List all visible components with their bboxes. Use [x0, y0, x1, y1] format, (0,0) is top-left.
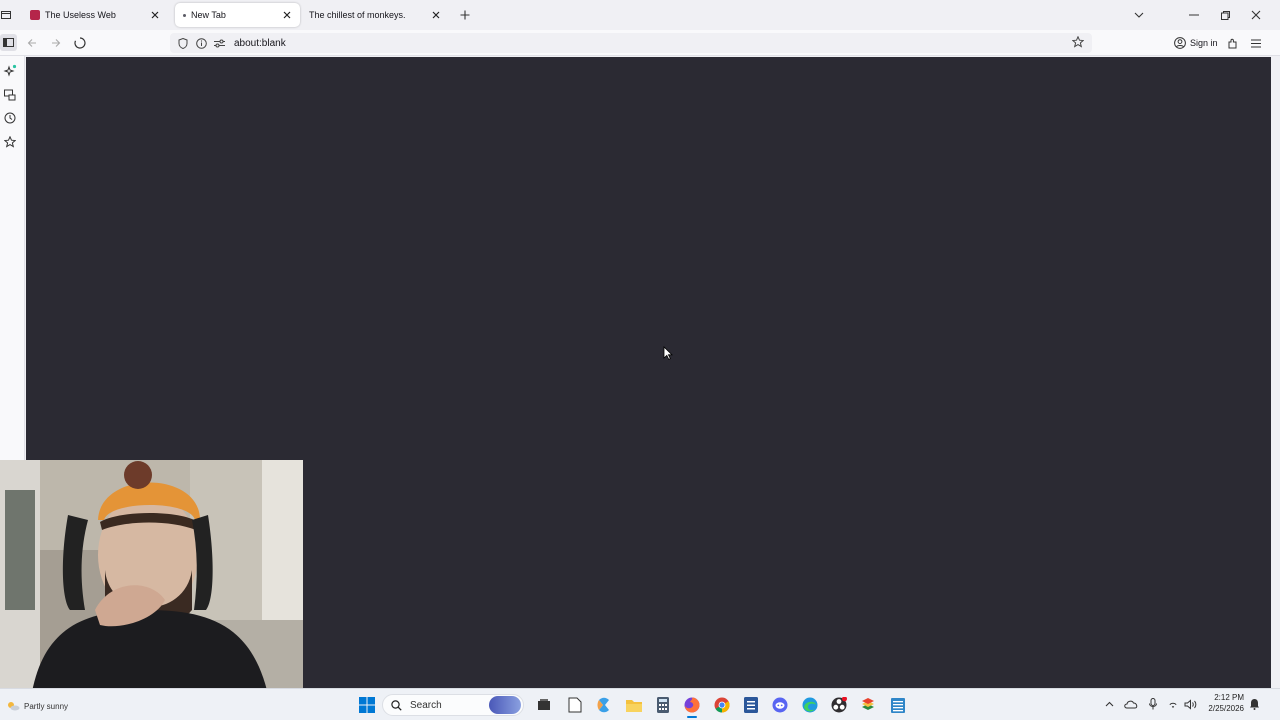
permissions-icon[interactable] [212, 36, 226, 50]
ai-chatbot-icon[interactable] [3, 64, 17, 78]
weather-widget[interactable]: Partly sunny [6, 701, 68, 711]
close-window-icon[interactable] [1248, 7, 1264, 23]
clock-date: 2/25/2026 [1208, 704, 1244, 713]
stop-icon[interactable] [72, 35, 88, 51]
close-icon[interactable] [282, 10, 292, 20]
notepad-icon[interactable] [565, 695, 585, 715]
onedrive-icon[interactable] [1124, 697, 1138, 711]
url-bar[interactable]: about:blank [170, 33, 1092, 53]
tab-new-tab[interactable]: New Tab [175, 3, 300, 27]
bluestacks-icon[interactable] [858, 695, 878, 715]
sidebar [0, 34, 25, 460]
tab-bar: The Useless Web New Tab The chillest of … [0, 0, 1280, 30]
word-icon[interactable] [741, 695, 761, 715]
file-explorer-icon[interactable] [624, 695, 644, 715]
chevron-up-icon[interactable] [1102, 697, 1116, 711]
minimize-icon[interactable] [1186, 7, 1202, 23]
calculator-icon[interactable] [653, 695, 673, 715]
discord-icon[interactable] [770, 695, 790, 715]
weather-icon [8, 702, 20, 711]
taskbar-search-box[interactable]: Search [382, 694, 524, 716]
menu-icon[interactable] [1248, 35, 1264, 51]
maximize-icon[interactable] [1217, 7, 1233, 23]
sign-in-button[interactable]: Sign in [1170, 33, 1222, 53]
bookmarks-icon[interactable] [3, 135, 17, 149]
tab-list-icon[interactable] [0, 8, 12, 22]
active-app-indicator [687, 716, 697, 718]
loading-dot-icon [183, 13, 186, 17]
mouse-cursor-icon [663, 346, 673, 360]
search-highlight-icon [489, 696, 521, 714]
microphone-icon[interactable] [1146, 697, 1160, 711]
close-icon[interactable] [150, 10, 160, 20]
bookmark-star-icon[interactable] [1071, 35, 1086, 50]
navigation-toolbar: about:blank Sign in [0, 30, 1280, 56]
chevron-down-icon[interactable] [1131, 7, 1147, 23]
tab-label: The chillest of monkeys. [309, 10, 406, 20]
tab-chillest-monkeys[interactable]: The chillest of monkeys. [301, 3, 449, 27]
history-icon[interactable] [3, 111, 17, 125]
search-placeholder: Search [410, 699, 442, 711]
extensions-icon[interactable] [1224, 35, 1240, 51]
shield-icon[interactable] [176, 36, 190, 50]
edge-icon[interactable] [800, 695, 820, 715]
search-icon [391, 699, 402, 711]
weather-label: Partly sunny [24, 701, 69, 711]
notepad-plus-icon[interactable] [888, 695, 908, 715]
tab-useless-web[interactable]: The Useless Web [22, 3, 168, 27]
tab-label: The Useless Web [45, 10, 116, 20]
task-view-icon[interactable] [534, 695, 554, 715]
webcam-overlay [0, 460, 303, 704]
system-clock[interactable]: 2:12 PM 2/25/2026 [1198, 692, 1244, 714]
url-text: about:blank [234, 37, 286, 49]
synced-tabs-icon[interactable] [3, 88, 17, 102]
notification-icon[interactable] [1247, 697, 1261, 711]
wifi-icon[interactable] [1166, 697, 1180, 711]
info-icon[interactable] [194, 36, 208, 50]
windows-start-icon[interactable] [357, 695, 377, 715]
windows-taskbar: Partly sunny Search 2:12 PM 2/25/2026 [0, 688, 1280, 720]
obs-icon[interactable] [829, 695, 849, 715]
firefox-icon[interactable] [682, 695, 702, 718]
sidebar-toggle-icon[interactable] [0, 34, 17, 51]
sign-in-label: Sign in [1190, 38, 1218, 48]
window-edge [1271, 57, 1280, 688]
plus-icon[interactable] [458, 8, 472, 22]
volume-icon[interactable] [1183, 697, 1197, 711]
account-icon [1174, 37, 1186, 49]
webcam-feed-image [0, 460, 303, 704]
forward-icon[interactable] [48, 35, 64, 51]
copilot-icon[interactable] [594, 695, 614, 715]
clock-time: 2:12 PM [1214, 693, 1244, 702]
back-icon[interactable] [24, 35, 40, 51]
chrome-icon[interactable] [712, 695, 732, 715]
tab-label: New Tab [191, 10, 226, 20]
useless-web-favicon-icon [30, 10, 40, 20]
close-icon[interactable] [431, 10, 441, 20]
